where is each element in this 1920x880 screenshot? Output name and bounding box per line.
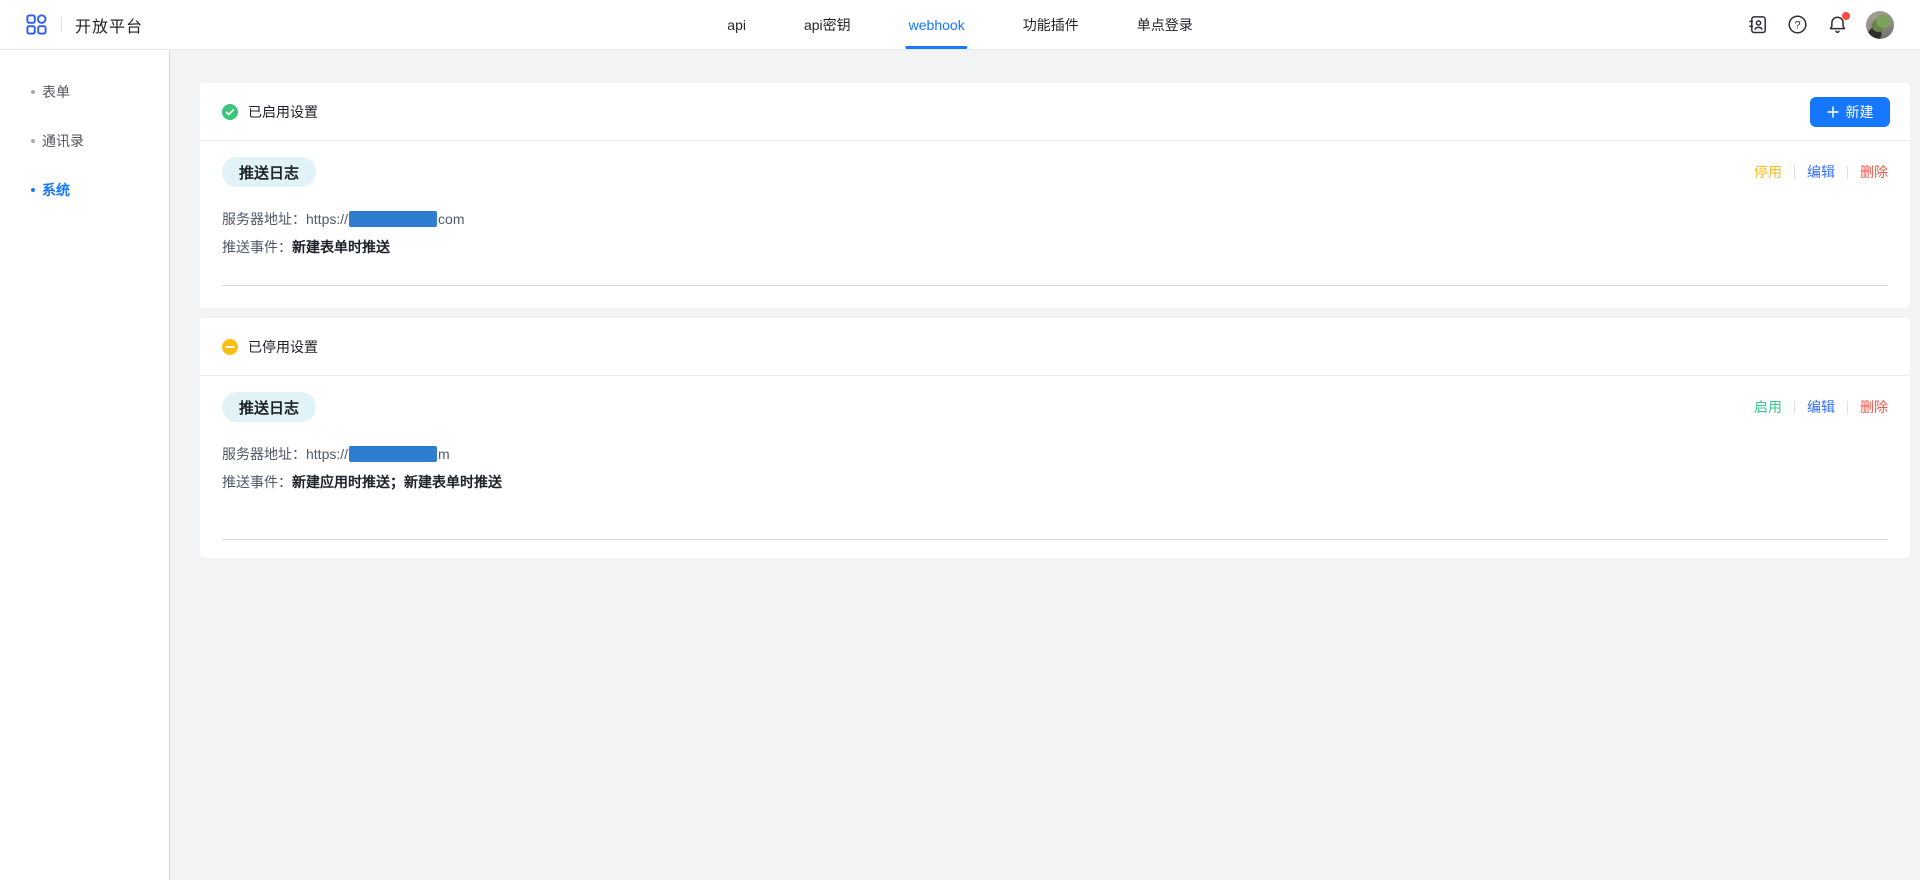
enabled-card-header: 已启用设置 新建 <box>200 83 1910 141</box>
sidebar-item-system[interactable]: 系统 <box>0 165 169 214</box>
server-url-prefix: https:// <box>306 446 348 462</box>
plus-icon <box>1827 106 1839 118</box>
header-left: 开放平台 <box>0 13 143 37</box>
server-url-suffix: m <box>438 446 450 462</box>
user-avatar[interactable] <box>1866 11 1894 39</box>
sidebar: 表单 通讯录 系统 <box>0 50 170 880</box>
redacted-url-block <box>349 211 437 227</box>
delete-action[interactable]: 删除 <box>1860 162 1888 182</box>
action-separator <box>1847 166 1848 179</box>
enable-action[interactable]: 启用 <box>1754 397 1782 417</box>
server-address-line: 服务器地址：https:// com <box>222 208 1888 230</box>
section-title: 已启用设置 <box>248 102 318 122</box>
webhook-item: 推送日志 停用 编辑 删除 服务器地址：https:// com 推送事件：新建表… <box>200 157 1910 308</box>
new-button-label: 新建 <box>1846 102 1874 122</box>
action-separator <box>1794 401 1795 414</box>
delete-action[interactable]: 删除 <box>1860 397 1888 417</box>
push-event-label: 推送事件： <box>222 239 292 255</box>
tab-api-secret[interactable]: api密钥 <box>804 0 851 49</box>
svg-text:?: ? <box>1794 19 1800 31</box>
webhook-item: 推送日志 启用 编辑 删除 服务器地址：https:// m 推送事件：新建应用时… <box>200 392 1910 558</box>
new-button[interactable]: 新建 <box>1810 97 1890 127</box>
bullet-dot-icon <box>31 139 35 143</box>
push-event-line: 推送事件：新建应用时推送；新建表单时推送 <box>222 471 1888 493</box>
disable-action[interactable]: 停用 <box>1754 162 1782 182</box>
edit-action[interactable]: 编辑 <box>1807 162 1835 182</box>
sidebar-item-label: 表单 <box>42 82 70 102</box>
push-event-label: 推送事件： <box>222 474 292 490</box>
server-address-line: 服务器地址：https:// m <box>222 443 1888 465</box>
minus-circle-icon <box>222 339 238 355</box>
tab-webhook[interactable]: webhook <box>909 0 965 49</box>
header-divider <box>61 17 62 32</box>
section-title: 已停用设置 <box>248 337 318 357</box>
contact-book-icon[interactable] <box>1746 14 1768 36</box>
action-separator <box>1794 166 1795 179</box>
redacted-url-block <box>349 446 437 462</box>
server-address-label: 服务器地址： <box>222 211 306 227</box>
tab-plugins[interactable]: 功能插件 <box>1023 0 1079 49</box>
push-event-value: 新建表单时推送 <box>292 239 390 255</box>
disabled-card-header: 已停用设置 <box>200 318 1910 376</box>
notification-bell-icon[interactable] <box>1826 14 1848 36</box>
webhook-name-badge: 推送日志 <box>222 157 316 187</box>
server-url-suffix: com <box>438 211 464 227</box>
help-icon[interactable]: ? <box>1786 14 1808 36</box>
main-content: 已启用设置 新建 推送日志 停用 编辑 删除 服务器地址：htt <box>170 50 1920 880</box>
sidebar-item-label: 系统 <box>42 180 70 200</box>
server-url-prefix: https:// <box>306 211 348 227</box>
push-event-value: 新建应用时推送；新建表单时推送 <box>292 474 502 490</box>
header-right: ? <box>1746 11 1920 39</box>
top-nav: api api密钥 webhook 功能插件 单点登录 <box>727 0 1192 49</box>
tab-api[interactable]: api <box>727 0 746 49</box>
bullet-dot-icon <box>31 90 35 94</box>
item-actions: 启用 编辑 删除 <box>1754 397 1888 417</box>
push-event-line: 推送事件：新建表单时推送 <box>222 236 1888 258</box>
tab-sso[interactable]: 单点登录 <box>1137 0 1193 49</box>
enabled-settings-card: 已启用设置 新建 推送日志 停用 编辑 删除 服务器地址：htt <box>200 83 1910 308</box>
server-address-label: 服务器地址： <box>222 446 306 462</box>
edit-action[interactable]: 编辑 <box>1807 397 1835 417</box>
item-actions: 停用 编辑 删除 <box>1754 162 1888 182</box>
notification-badge-dot <box>1842 12 1850 20</box>
sidebar-item-label: 通讯录 <box>42 131 84 151</box>
sidebar-item-contacts[interactable]: 通讯录 <box>0 116 169 165</box>
webhook-name-badge: 推送日志 <box>222 392 316 422</box>
action-separator <box>1847 401 1848 414</box>
apps-grid-icon[interactable] <box>26 14 48 36</box>
disabled-settings-card: 已停用设置 推送日志 启用 编辑 删除 服务器地址：https:// m 推送事件… <box>200 318 1910 558</box>
app-title: 开放平台 <box>75 13 143 37</box>
check-circle-icon <box>222 104 238 120</box>
sidebar-item-forms[interactable]: 表单 <box>0 67 169 116</box>
bullet-dot-icon <box>31 188 35 192</box>
top-header: 开放平台 api api密钥 webhook 功能插件 单点登录 ? <box>0 0 1920 50</box>
